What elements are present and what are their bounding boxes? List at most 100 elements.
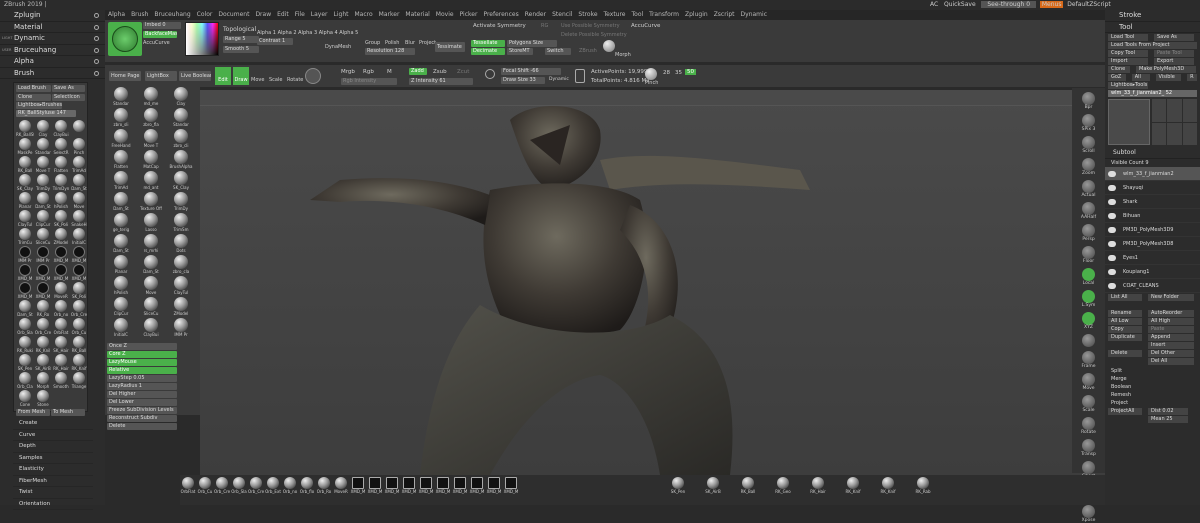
brush-subpalette-depth[interactable]: Depth: [13, 441, 93, 453]
quick-brush-item[interactable]: Move: [137, 276, 165, 296]
palette-dynamic[interactable]: Dynamic LIGHT: [0, 33, 105, 45]
tray-button-xyz[interactable]: XYZ: [1072, 312, 1105, 330]
topological-label[interactable]: Topological: [223, 26, 256, 33]
bottom-brush-item[interactable]: Orb_flo: [299, 477, 315, 494]
menu-zscript[interactable]: Zscript: [714, 10, 735, 20]
from-mesh-button[interactable]: From Mesh: [16, 409, 50, 416]
see-through-slider[interactable]: See-through 0: [981, 1, 1037, 8]
brush-item[interactable]: SK_Hair: [52, 336, 70, 353]
lightbox-button[interactable]: LightBox: [145, 71, 177, 81]
delete-button[interactable]: Delete: [107, 423, 177, 430]
palette-pin-icon[interactable]: [94, 36, 99, 41]
bottom-brush-item[interactable]: Orb_Sla: [231, 477, 247, 494]
brush-subpalette-samples[interactable]: Samples: [13, 453, 93, 464]
clone-button[interactable]: Clone: [16, 94, 51, 101]
bottom-brush-item[interactable]: XMD_M: [452, 477, 468, 494]
bottom-brush-item[interactable]: Orb_no: [282, 477, 298, 494]
palette-pin-icon[interactable]: [94, 70, 99, 76]
switch-button[interactable]: Switch: [545, 48, 571, 55]
brush-item[interactable]: Planar: [16, 192, 34, 209]
tray-button-spix3[interactable]: SPix 3: [1072, 114, 1105, 132]
lazymouse-button[interactable]: LazyMouse: [107, 359, 177, 366]
quick-brush-item[interactable]: TrimDy: [167, 192, 195, 212]
subtool-item[interactable]: Shark: [1105, 195, 1200, 209]
brush-item[interactable]: Orb_Cre: [34, 318, 52, 335]
paste-subtool-button[interactable]: Paste: [1148, 325, 1194, 333]
brush-item[interactable]: Smooth: [52, 372, 70, 389]
resolution-slider[interactable]: Resolution 128: [365, 48, 415, 55]
duplicate-button[interactable]: Duplicate: [1108, 333, 1142, 341]
tray-button-scale[interactable]: Scale: [1072, 395, 1105, 413]
menu-dynamic[interactable]: Dynamic: [741, 10, 767, 20]
brush-item[interactable]: XMD_M: [70, 264, 88, 281]
quick-brush-item[interactable]: md_me: [137, 87, 165, 107]
brush-item[interactable]: Triange: [70, 372, 88, 389]
brush-item[interactable]: RK_Knif: [70, 354, 88, 371]
brush-item[interactable]: XMD_M: [16, 264, 34, 281]
del-lower-button[interactable]: Del Lower: [107, 399, 177, 406]
palette-pin-icon[interactable]: [94, 13, 99, 18]
visibility-toggle-icon[interactable]: [1108, 212, 1116, 219]
load-from-project-button[interactable]: Load Tools From Project: [1108, 42, 1197, 49]
quick-brush-item[interactable]: rs_mrhi: [137, 234, 165, 254]
menu-color[interactable]: Color: [197, 10, 213, 20]
tool-thumb-5[interactable]: [1167, 122, 1182, 145]
bottom-brush-item[interactable]: RK_Ball: [740, 477, 756, 494]
bottom-brush-item[interactable]: RK_Geo: [775, 477, 791, 494]
tray-button-rotate[interactable]: Rotate: [1072, 417, 1105, 435]
bottom-brush-item[interactable]: MoveR: [333, 477, 349, 494]
bottom-brush-item[interactable]: XMD_M: [435, 477, 451, 494]
bottom-brush-item[interactable]: Orb_Cu: [197, 477, 213, 494]
menu-zplugin[interactable]: Zplugin: [685, 10, 708, 20]
brush-item[interactable]: Orb_Cre: [70, 300, 88, 317]
menu-stroke[interactable]: Stroke: [578, 10, 597, 20]
quicksave-button[interactable]: QuickSave: [944, 1, 976, 8]
document-canvas[interactable]: [200, 90, 1105, 475]
goz-button[interactable]: GoZ: [1108, 74, 1126, 81]
live-boolean-button[interactable]: Live Boolean: [179, 71, 211, 81]
palette-pin-icon[interactable]: [94, 47, 99, 53]
brush-item[interactable]: XMD_M: [34, 282, 52, 299]
tray-button-bpr[interactable]: Bpr: [1072, 92, 1105, 110]
zsub-button[interactable]: Zsub: [433, 69, 447, 75]
brush-item[interactable]: InitialC: [70, 228, 88, 245]
to-mesh-button[interactable]: To Mesh: [51, 409, 85, 416]
visibility-toggle-icon[interactable]: [1108, 170, 1116, 177]
quick-brush-item[interactable]: hPolish: [107, 276, 135, 296]
brush-subpalette-twist[interactable]: Twist: [13, 487, 93, 499]
project-button[interactable]: Project: [419, 40, 436, 46]
tray-button-local[interactable]: Local: [1072, 268, 1105, 286]
polygons-size-slider[interactable]: Polygons Size: [507, 40, 557, 47]
clone-tool-button[interactable]: Clone: [1108, 66, 1130, 73]
mrgb-button[interactable]: Mrgb: [341, 69, 355, 75]
subtool-item[interactable]: Shayuqi: [1105, 181, 1200, 195]
brush-item[interactable]: [70, 120, 88, 137]
tray-button-xpose[interactable]: Xpose: [1072, 505, 1105, 523]
current-tool-slider[interactable]: wlm_33_f_jianmian2_ 52: [1108, 90, 1197, 97]
quick-brush-item[interactable]: Dots: [167, 234, 195, 254]
quick-brush-item[interactable]: MatCap: [137, 150, 165, 170]
bottom-brush-item[interactable]: XMD_M: [367, 477, 383, 494]
quick-brush-item[interactable]: Clay: [167, 87, 195, 107]
brush-subpalette-fibermesh[interactable]: FiberMesh: [13, 476, 93, 487]
once-z-button[interactable]: Once Z: [107, 343, 177, 350]
polish-button[interactable]: Polish: [385, 40, 399, 46]
draw-button[interactable]: Draw: [233, 67, 249, 85]
palette-zplugin[interactable]: Zplugin: [0, 10, 105, 22]
subtool-item[interactable]: Bihuan: [1105, 209, 1200, 223]
menu-layer[interactable]: Layer: [311, 10, 328, 20]
all-low-button[interactable]: All Low: [1108, 317, 1142, 325]
brush-item[interactable]: Pinch: [70, 138, 88, 155]
tray-button-move[interactable]: Move: [1072, 373, 1105, 391]
del-higher-button[interactable]: Del Higher: [107, 391, 177, 398]
brush-item[interactable]: RK_Ball: [16, 156, 34, 173]
freeze-subdiv-button[interactable]: Freeze SubDivision Levels: [107, 407, 177, 414]
brush-subpalette-curve[interactable]: Curve: [13, 430, 93, 441]
bottom-brush-item[interactable]: XMD_M: [401, 477, 417, 494]
brush-item[interactable]: Dam_St: [70, 174, 88, 191]
menu-material[interactable]: Material: [405, 10, 429, 20]
save-as-button[interactable]: Save As: [51, 85, 85, 92]
brush-item[interactable]: IMM Pr: [16, 246, 34, 263]
visibility-toggle-icon[interactable]: [1108, 254, 1116, 261]
brush-item[interactable]: TrimDyn: [52, 174, 70, 191]
